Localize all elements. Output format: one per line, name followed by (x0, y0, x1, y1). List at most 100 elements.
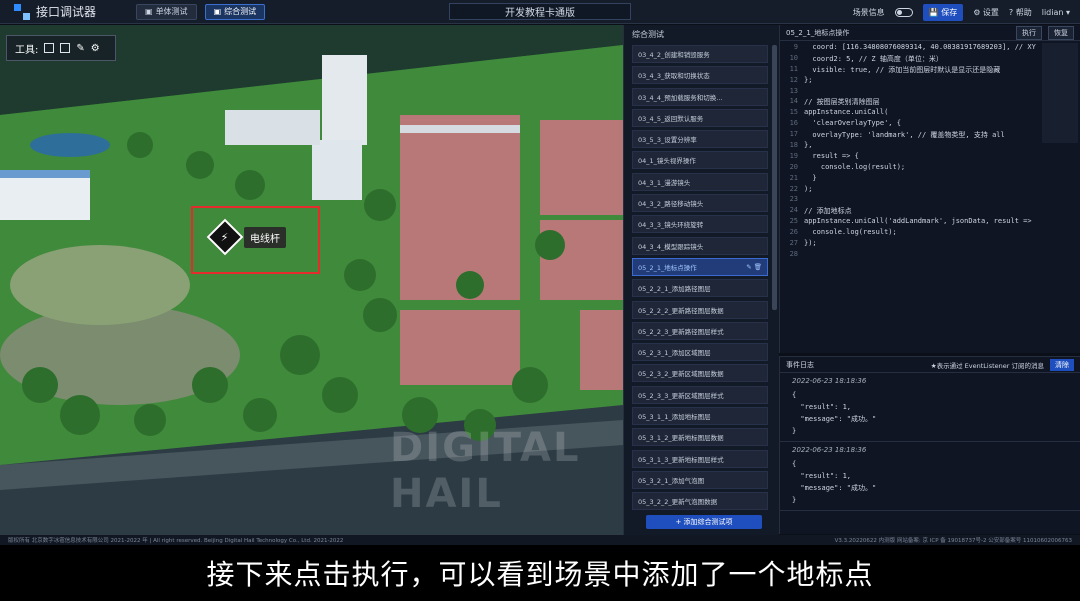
landmark-label: 电线杆 (244, 226, 286, 248)
test-list-item-label: 03_4_5_返回默认服务 (638, 114, 704, 123)
test-list-item[interactable]: 05_3_1_1_添加地标图层 (632, 407, 768, 426)
line-text: appInstance.uniCall('addLandmark', jsonD… (804, 217, 1032, 226)
project-title[interactable]: 开发教程卡通版 (449, 3, 631, 20)
line-number: 14 (789, 97, 798, 106)
line-text: console.log(result); (804, 162, 906, 171)
test-list-item-label: 05_3_1_2_更新地标图层数据 (638, 434, 724, 443)
code-minimap[interactable] (1042, 43, 1078, 143)
code-line: 17 overlayType: 'landmark', // 覆盖物类型, 支持… (784, 130, 1040, 141)
code-line: 25 appInstance.uniCall('addLandmark', jso… (784, 217, 1040, 228)
test-list-item[interactable]: 05_2_3_2_更新区域图层数据 (632, 364, 768, 383)
list-scrollbar[interactable] (772, 45, 777, 310)
line-text: // 添加地标点 (804, 207, 852, 216)
test-list-item[interactable]: 05_2_2_3_更新路径图层样式 (632, 321, 768, 340)
top-right-controls: 场景信息 💾 保存 ⚙ 设置 ? 帮助 lidian ▾ (853, 0, 1070, 24)
event-log-panel: 事件日志 ★表示通过 EventListener 订阅的消息 清除 2022-0… (779, 356, 1080, 534)
line-number: 16 (789, 119, 798, 128)
footer: 版权所有 北京数字冰雹信息技术有限公司 2021-2022 年 | All ri… (0, 535, 1080, 545)
code-line: 12}; (784, 76, 1040, 87)
test-list-item-label: 04_3_1_漫游镜头 (638, 178, 691, 187)
video-subtitle: 接下来点击执行，可以看到场景中添加了一个地标点 (206, 558, 874, 591)
code-editor[interactable]: 9 coord: [116.34808076089314, 40.0838191… (784, 43, 1040, 261)
test-list-item-label: 04_3_2_路径移动镜头 (638, 200, 704, 209)
test-list-item-label: 03_4_3_获取和切换状态 (638, 72, 710, 81)
test-list-item[interactable]: 05_2_3_1_添加区域图层 (632, 343, 768, 362)
code-line: 26 console.log(result); (784, 228, 1040, 239)
add-test-button[interactable]: + 添加综合测试项 (646, 515, 762, 529)
settings-button[interactable]: ⚙ 设置 (973, 7, 999, 18)
test-list-item-label: 04_3_3_镜头环绕旋转 (638, 221, 704, 230)
test-list-item[interactable]: 05_2_2_2_更新路径图层数据 (632, 300, 768, 319)
single-test-button[interactable]: ▣ 单体测试 (136, 3, 197, 20)
line-text: } (804, 173, 817, 182)
restore-button[interactable]: 恢复 (1048, 25, 1074, 40)
test-list-item[interactable]: 05_3_1_2_更新地标图层数据 (632, 428, 768, 447)
line-number: 9 (793, 43, 798, 51)
test-list-item[interactable]: 05_3_1_3_更新地标图层样式 (632, 449, 768, 468)
test-list-item[interactable]: 04_1_镜头视界操作 (632, 151, 768, 170)
edit-delete-icons[interactable]: ✎ 🗑 (746, 263, 762, 271)
combined-test-button[interactable]: ▣ 综合测试 (204, 3, 266, 20)
focus-icon[interactable] (44, 43, 55, 53)
line-number: 12 (789, 75, 798, 84)
test-list-item[interactable]: 05_3_2_1_添加气泡图 (632, 470, 768, 489)
code-line: 19 result => { (784, 152, 1040, 163)
line-text: 'clearOverlayType', { (804, 119, 901, 128)
test-list-item[interactable]: 03_4_3_获取和切换状态 (632, 66, 768, 85)
help-icon: ? (1008, 7, 1014, 17)
test-list-item[interactable]: 04_3_2_路径移动镜头 (632, 194, 768, 213)
test-list-item[interactable]: 03_4_4_预加载服务和切换... (632, 87, 768, 106)
utility-pole-icon: ⚡ (206, 218, 244, 256)
run-button[interactable]: 执行 (1016, 25, 1042, 40)
help-label: 帮助 (1015, 7, 1032, 17)
user-menu[interactable]: lidian ▾ (1042, 8, 1070, 17)
line-number: 27 (789, 239, 798, 248)
scene-viewport[interactable]: 工具: ✎ ⚙ ⚡ 电线杆 DIGITAL HAIL (0, 25, 623, 535)
select-icon[interactable] (60, 43, 71, 53)
test-list-item[interactable]: 03_4_5_返回默认服务 (632, 108, 768, 127)
line-number: 20 (789, 162, 798, 171)
clear-log-button[interactable]: 清除 (1050, 358, 1074, 371)
test-list-item[interactable]: 05_2_3_3_更新区域图层样式 (632, 385, 768, 404)
test-list-item[interactable]: 05_2_2_1_添加路径图层 (632, 279, 768, 298)
line-text: }, (804, 141, 813, 150)
line-number: 10 (789, 53, 798, 62)
line-number: 13 (789, 86, 798, 95)
code-header: 05_2_1_地标点操作 执行 恢复 (780, 25, 1080, 41)
line-number: 24 (789, 206, 798, 215)
gear-tool-icon[interactable]: ⚙ (91, 43, 100, 54)
scene-info-toggle[interactable] (894, 7, 913, 17)
code-title: 05_2_1_地标点操作 (786, 28, 850, 37)
test-list-item-label: 05_3_1_1_添加地标图层 (638, 413, 711, 422)
test-list-item-label: 05_2_3_2_更新区域图层数据 (638, 370, 724, 379)
test-list-item[interactable]: 03_4_2_创建和销毁服务 (632, 45, 768, 63)
test-list: 03_4_2_创建和销毁服务 03_4_3_获取和切换状态 03_4_4_预加载服务… (632, 45, 768, 514)
test-list-item-label: 05_3_1_3_更新地标图层样式 (638, 455, 724, 464)
test-list-item[interactable]: 05_3_2_2_更新气泡图数据 (632, 492, 768, 511)
save-label: 保存 (941, 7, 958, 17)
test-list-item[interactable]: 04_3_1_漫游镜头 (632, 172, 768, 191)
test-list-item[interactable]: 05_2_1_地标点操作 ✎ 🗑 (632, 257, 768, 276)
help-button[interactable]: ? 帮助 (1009, 7, 1032, 18)
test-list-item-label: 05_3_2_1_添加气泡图 (638, 476, 705, 485)
save-button[interactable]: 💾 保存 (922, 3, 964, 21)
test-list-item[interactable]: 03_5_3_设置分辨率 (632, 130, 768, 149)
test-list-item-label: 05_2_2_1_添加路径图层 (638, 285, 711, 294)
footer-copyright: 版权所有 北京数字冰雹信息技术有限公司 2021-2022 年 | All ri… (8, 538, 344, 544)
line-number: 21 (789, 173, 798, 182)
test-list-item-label: 05_2_2_3_更新路径图层样式 (638, 327, 724, 336)
line-number: 15 (789, 108, 798, 117)
tool-label: 工具: (15, 44, 39, 56)
landmark-marker[interactable]: ⚡ 电线杆 (206, 218, 286, 256)
pen-icon[interactable]: ✎ (76, 43, 84, 54)
line-number: 18 (789, 141, 798, 150)
test-list-item-label: 05_2_3_1_添加区域图层 (638, 349, 711, 358)
test-list-item[interactable]: 04_3_3_镜头环绕旋转 (632, 215, 768, 234)
line-text: coord: [116.34808076089314, 40.083819176… (804, 43, 1036, 51)
test-list-panel: 综合测试 03_4_2_创建和销毁服务 03_4_3_获取和切换状态 03_4_4_… (623, 25, 779, 535)
footer-version: V3.3.20220622 内测版 网站备案: 京 ICP 备 19018737… (834, 538, 1072, 544)
line-text: // 按图层类别清除图层 (804, 98, 880, 107)
test-list-item[interactable]: 04_3_4_模型跟踪镜头 (632, 236, 768, 255)
user-label: lidian (1041, 7, 1064, 17)
code-line: 23 (784, 195, 1040, 206)
